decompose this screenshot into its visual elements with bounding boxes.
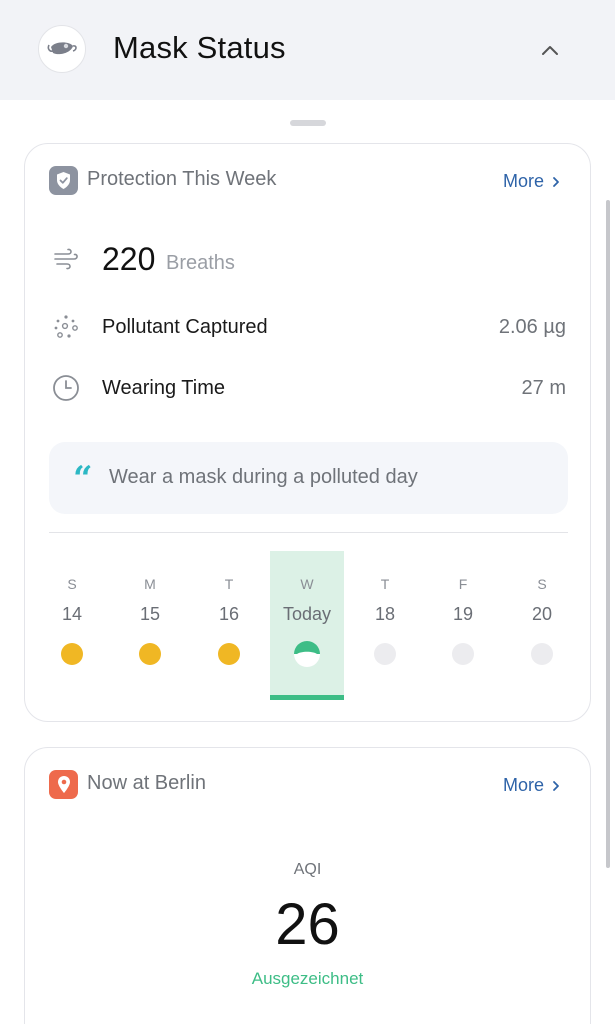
breaths-value: 220 bbox=[102, 241, 156, 277]
chevron-up-icon bbox=[542, 46, 558, 55]
mask-icon bbox=[47, 42, 77, 55]
day-letter: S bbox=[67, 576, 77, 592]
day-date: 15 bbox=[139, 604, 161, 624]
day-letter: M bbox=[144, 576, 156, 592]
more-label: More bbox=[502, 775, 544, 795]
particles-icon bbox=[51, 312, 81, 342]
day-monday[interactable]: M 15 bbox=[113, 551, 187, 700]
progress-ring-icon bbox=[294, 641, 320, 667]
location-pin-icon bbox=[57, 776, 70, 793]
wearing-label: Wearing Time bbox=[102, 377, 226, 399]
day-letter: T bbox=[380, 576, 390, 592]
aqi-label: AQI bbox=[293, 861, 322, 878]
day-date: 14 bbox=[61, 604, 83, 624]
pollutant-value: 2.06 µg bbox=[498, 316, 566, 338]
shield-badge bbox=[49, 166, 78, 195]
day-date: 16 bbox=[218, 604, 240, 624]
day-letter: T bbox=[224, 576, 234, 592]
day-thursday[interactable]: T 18 bbox=[348, 551, 422, 700]
wearing-value: 27 m bbox=[521, 377, 566, 399]
day-date: 20 bbox=[531, 604, 553, 624]
day-letter: S bbox=[537, 576, 547, 592]
day-today[interactable]: W Today bbox=[270, 551, 344, 700]
day-date: Today bbox=[282, 604, 332, 624]
page-title: Mask Status bbox=[113, 30, 286, 65]
day-friday[interactable]: F 19 bbox=[426, 551, 500, 700]
status-dot bbox=[452, 643, 474, 665]
location-more-link[interactable]: More bbox=[503, 775, 560, 796]
tip-box: “ Wear a mask during a polluted day bbox=[49, 442, 568, 514]
location-card: Now at Berlin More AQI 26 Ausgezeichnet bbox=[24, 747, 591, 1024]
collapse-button[interactable] bbox=[536, 36, 564, 64]
aqi-status: Ausgezeichnet bbox=[251, 969, 364, 988]
day-saturday[interactable]: S 20 bbox=[505, 551, 579, 700]
header-bar: Mask Status bbox=[0, 0, 615, 100]
protection-more-link[interactable]: More bbox=[503, 171, 560, 192]
status-dot bbox=[374, 643, 396, 665]
mask-avatar[interactable] bbox=[38, 25, 86, 73]
protection-title: Protection This Week bbox=[87, 168, 277, 190]
status-dot bbox=[531, 643, 553, 665]
pollutant-label: Pollutant Captured bbox=[102, 316, 268, 338]
day-letter: W bbox=[300, 576, 314, 592]
tip-text: Wear a mask during a polluted day bbox=[109, 466, 418, 488]
quote-icon: “ bbox=[73, 459, 93, 499]
location-title: Now at Berlin bbox=[87, 772, 206, 794]
day-letter: F bbox=[458, 576, 468, 592]
scrollbar[interactable] bbox=[606, 200, 610, 868]
wind-icon bbox=[51, 244, 81, 274]
chevron-right-icon bbox=[553, 780, 559, 791]
clock-icon bbox=[51, 373, 81, 403]
status-dot bbox=[218, 643, 240, 665]
day-date: 18 bbox=[374, 604, 396, 624]
chevron-right-icon bbox=[553, 176, 559, 187]
day-tuesday[interactable]: T 16 bbox=[192, 551, 266, 700]
location-badge bbox=[49, 770, 78, 799]
protection-card: Protection This Week More 220 Breaths Po… bbox=[24, 143, 591, 722]
status-dot bbox=[139, 643, 161, 665]
status-dot bbox=[61, 643, 83, 665]
aqi-value: 26 bbox=[275, 892, 340, 957]
day-date: 19 bbox=[452, 604, 474, 624]
sheet-grabber[interactable] bbox=[290, 120, 326, 126]
divider bbox=[49, 532, 568, 533]
breaths-unit: Breaths bbox=[166, 252, 235, 274]
shield-icon bbox=[57, 172, 70, 189]
day-sunday[interactable]: S 14 bbox=[35, 551, 109, 700]
more-label: More bbox=[502, 171, 544, 191]
